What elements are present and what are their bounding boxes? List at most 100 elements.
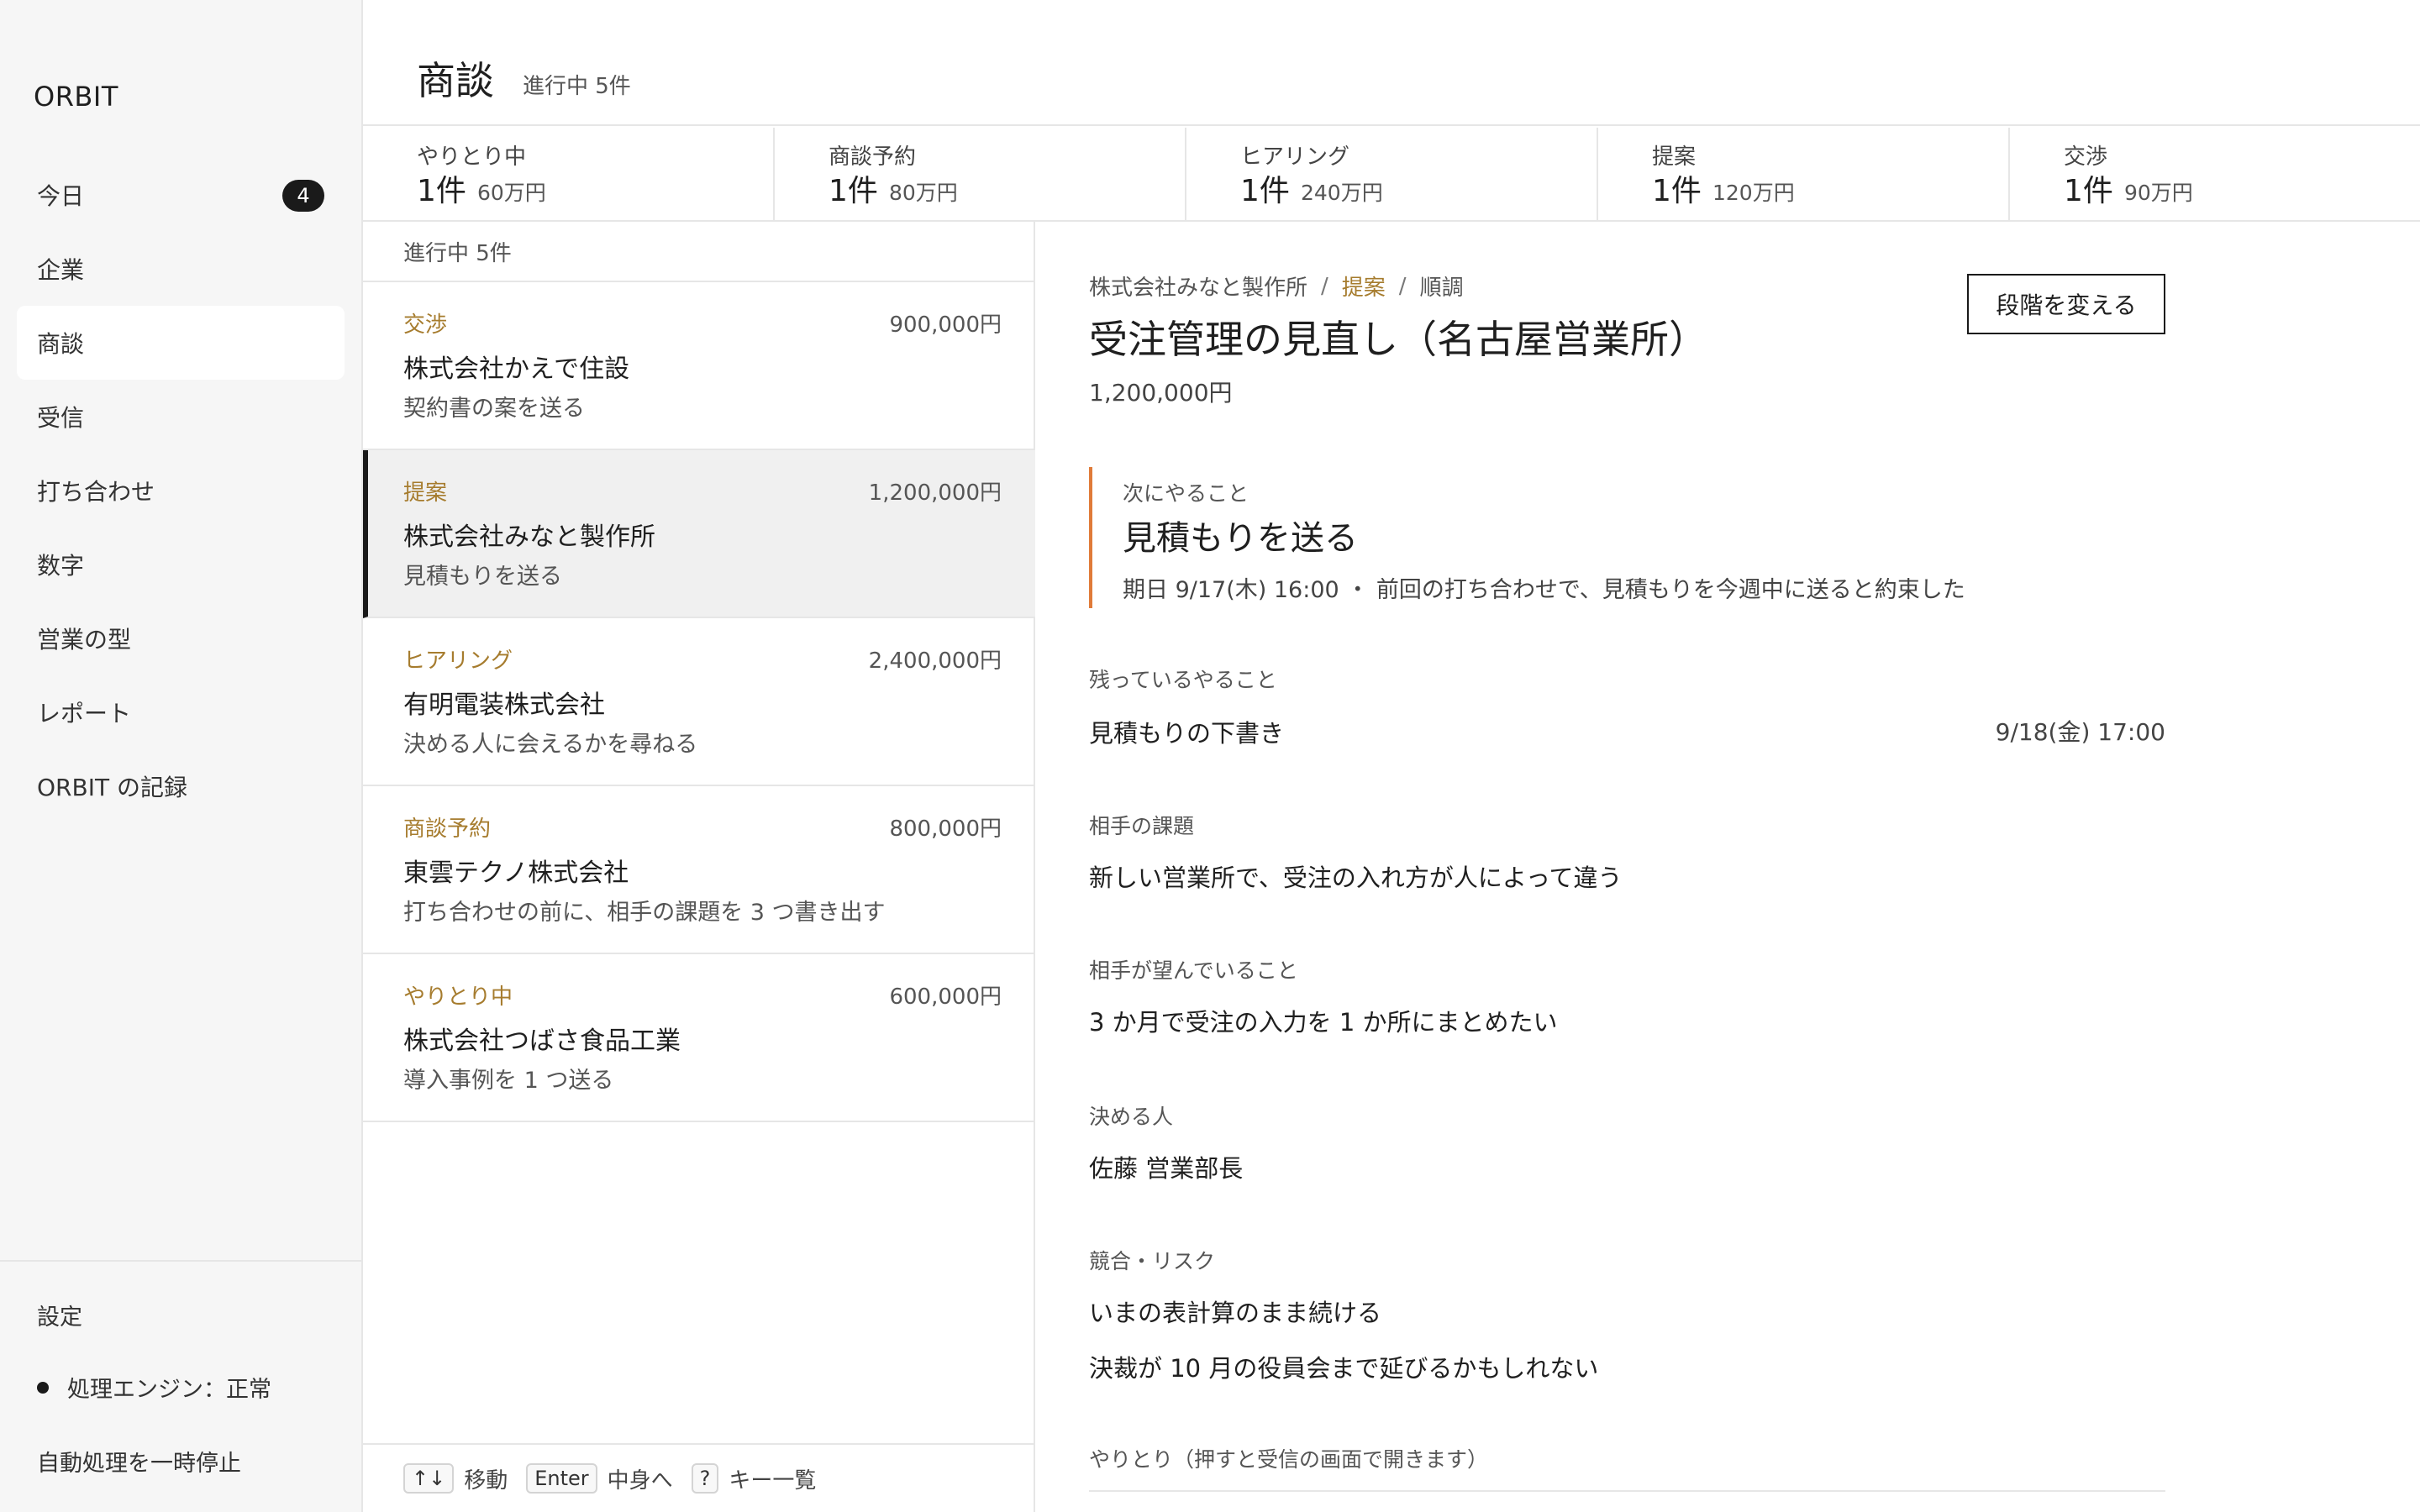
deal-stage: やりとり中	[403, 984, 513, 1010]
deal-next-action: 決める人に会えるかを尋ねる	[403, 732, 698, 758]
breadcrumb: 株式会社みなと製作所 / 提案 / 順調	[1089, 270, 1464, 302]
settings-link[interactable]: 設定	[37, 1299, 82, 1331]
deal-row[interactable]: やりとり中 600,000円 株式会社つばさ食品工業 導入事例を 1 つ送る	[363, 954, 1035, 1122]
deal-title: 受注管理の見直し（名古屋営業所）	[1089, 317, 1707, 362]
deal-next-action: 導入事例を 1 つ送る	[403, 1068, 614, 1094]
help-key-hint-key: ?	[691, 1463, 719, 1494]
stage-count: 1件	[829, 174, 878, 208]
deal-amount-total: 1,200,000円	[1089, 379, 1233, 407]
deal-company: 株式会社つばさ食品工業	[403, 1026, 681, 1056]
status-dot-icon	[37, 1381, 49, 1394]
breadcrumb-separator: /	[1321, 273, 1328, 299]
stage-summary-hearing[interactable]: ヒアリング 1件 240万円	[1186, 128, 1598, 222]
deal-row-selected[interactable]: 提案 1,200,000円 株式会社みなと製作所 見積もりを送る	[363, 450, 1035, 618]
deal-next-action: 契約書の案を送る	[403, 396, 585, 422]
enter-key-hint-key: Enter	[526, 1463, 597, 1494]
deal-stage: 提案	[403, 480, 448, 506]
sidebar-item-reports[interactable]: レポート	[17, 675, 345, 749]
breadcrumb-status: 順調	[1419, 276, 1464, 301]
next-action-block: 次にやること 見積もりを送る 期日 9/17(木) 16:00 ・ 前回の打ち合…	[1089, 467, 2181, 608]
deal-amount: 2,400,000円	[868, 648, 1002, 674]
keyboard-hints: ↑↓ 移動 Enter 中身へ ? キー一覧	[363, 1443, 1035, 1512]
sidebar-divider	[0, 1260, 363, 1262]
stage-amount: 120万円	[1712, 181, 1795, 205]
deal-company: 株式会社かえで住設	[403, 354, 630, 384]
sidebar-item-deals[interactable]: 商談	[17, 306, 345, 380]
sidebar-item-today[interactable]: 今日 4	[17, 158, 345, 232]
stage-count: 1件	[2064, 174, 2113, 208]
stage-amount: 80万円	[889, 181, 958, 205]
stage-count: 1件	[1652, 174, 1702, 208]
stage-amount: 90万円	[2124, 181, 2193, 205]
deal-stage: 交渉	[403, 312, 448, 338]
deal-company: 有明電装株式会社	[403, 690, 605, 720]
sidebar-item-meetings[interactable]: 打ち合わせ	[17, 454, 345, 528]
deal-detail-pane: 株式会社みなと製作所 / 提案 / 順調 段階を変える 受注管理の見直し（名古屋…	[1035, 222, 2420, 1512]
enter-key-hint-label: 中身へ	[607, 1467, 673, 1494]
sidebar-item-label: 商談	[37, 330, 85, 358]
page-subtitle: 進行中 5件	[523, 74, 631, 99]
remaining-tasks-label: 残っているやること	[1089, 668, 1277, 692]
sidebar-item-label: ORBIT の記録	[37, 774, 187, 801]
breadcrumb-separator: /	[1398, 273, 1407, 299]
sidebar-item-label: 打ち合わせ	[37, 478, 155, 506]
engine-status-text: 処理エンジン：正常	[67, 1377, 271, 1403]
sidebar-item-label: 受信	[37, 404, 85, 432]
sidebar-item-label: 企業	[37, 256, 85, 284]
activity-label: やりとり（押すと受信の画面で開きます）	[1089, 1447, 1489, 1472]
deal-next-action: 見積もりを送る	[403, 564, 562, 590]
deal-stage: 商談予約	[403, 816, 492, 842]
stage-summary-in-contact[interactable]: やりとり中 1件 60万円	[363, 128, 775, 222]
stage-count: 1件	[1240, 174, 1290, 208]
help-key-hint-label: キー一覧	[729, 1467, 817, 1494]
sidebar-item-inbox[interactable]: 受信	[17, 380, 345, 454]
stage-summary-strip: やりとり中 1件 60万円 商談予約 1件 80万円 ヒアリング 1件 240万…	[363, 128, 2420, 222]
deal-row[interactable]: 交渉 900,000円 株式会社かえで住設 契約書の案を送る	[363, 282, 1035, 450]
next-action-title: 見積もりを送る	[1123, 519, 1358, 558]
deal-list-header: 進行中 5件	[363, 222, 1035, 282]
page-title: 商談	[417, 58, 494, 103]
activity-divider	[1089, 1490, 2165, 1492]
sidebar-item-companies[interactable]: 企業	[17, 232, 345, 306]
breadcrumb-stage: 提案	[1341, 276, 1386, 301]
customer-problem-label: 相手の課題	[1089, 814, 1195, 838]
deal-amount: 600,000円	[889, 984, 1002, 1010]
customer-problem-text: 新しい営業所で、受注の入れ方が人によって違う	[1089, 864, 1623, 892]
customer-wants-text: 3 か月で受注の入力を 1 か所にまとめたい	[1089, 1008, 1558, 1037]
next-action-meta: 期日 9/17(木) 16:00 ・ 前回の打ち合わせで、見積もりを今週中に送る…	[1123, 577, 1965, 603]
deal-next-action: 打ち合わせの前に、相手の課題を 3 つ書き出す	[403, 900, 886, 926]
decision-maker-text: 佐藤 営業部長	[1089, 1154, 1244, 1183]
decision-maker-label: 決める人	[1089, 1105, 1174, 1129]
sidebar-item-sales-playbook[interactable]: 営業の型	[17, 601, 345, 675]
customer-wants-label: 相手が望んでいること	[1089, 958, 1298, 983]
stage-summary-proposal[interactable]: 提案 1件 120万円	[1598, 128, 2010, 222]
deal-row[interactable]: 商談予約 800,000円 東雲テクノ株式会社 打ち合わせの前に、相手の課題を …	[363, 786, 1035, 954]
deal-amount: 800,000円	[889, 816, 1002, 842]
sidebar-item-label: 営業の型	[37, 626, 132, 654]
deal-row[interactable]: ヒアリング 2,400,000円 有明電装株式会社 決める人に会えるかを尋ねる	[363, 618, 1035, 786]
deal-list-pane: 進行中 5件 交渉 900,000円 株式会社かえで住設 契約書の案を送る 提案…	[363, 222, 1035, 1512]
risk-item: いまの表計算のまま続ける	[1089, 1299, 1382, 1327]
pause-automation-link[interactable]: 自動処理を一時停止	[37, 1445, 241, 1478]
sidebar-item-label: 数字	[37, 552, 85, 580]
deal-amount: 900,000円	[889, 312, 1002, 338]
stage-summary-meeting-booked[interactable]: 商談予約 1件 80万円	[775, 128, 1186, 222]
remaining-task-item[interactable]: 見積もりの下書き	[1089, 714, 1284, 749]
today-count-badge: 4	[282, 180, 324, 212]
stage-amount: 60万円	[477, 181, 546, 205]
change-stage-button[interactable]: 段階を変える	[1967, 274, 2165, 334]
deal-amount: 1,200,000円	[868, 480, 1002, 506]
sidebar-item-orbit-log[interactable]: ORBIT の記録	[17, 749, 345, 823]
sidebar-item-label: レポート	[37, 700, 132, 727]
stage-summary-negotiation[interactable]: 交渉 1件 90万円	[2010, 128, 2420, 222]
breadcrumb-company[interactable]: 株式会社みなと製作所	[1089, 270, 1307, 302]
stage-amount: 240万円	[1301, 181, 1383, 205]
deal-company: 株式会社みなと製作所	[403, 522, 655, 552]
sidebar-item-numbers[interactable]: 数字	[17, 528, 345, 601]
deal-company: 東雲テクノ株式会社	[403, 858, 629, 888]
stage-count: 1件	[417, 174, 466, 208]
arrow-keys-hint-label: 移動	[464, 1467, 508, 1494]
engine-status: 処理エンジン：正常	[37, 1371, 271, 1404]
sidebar: ORBIT 今日 4 企業 商談 受信 打ち合わせ 数字 営業の型 レポート O…	[0, 0, 363, 1512]
remaining-task-date: 9/18(金) 17:00	[1995, 718, 2165, 746]
